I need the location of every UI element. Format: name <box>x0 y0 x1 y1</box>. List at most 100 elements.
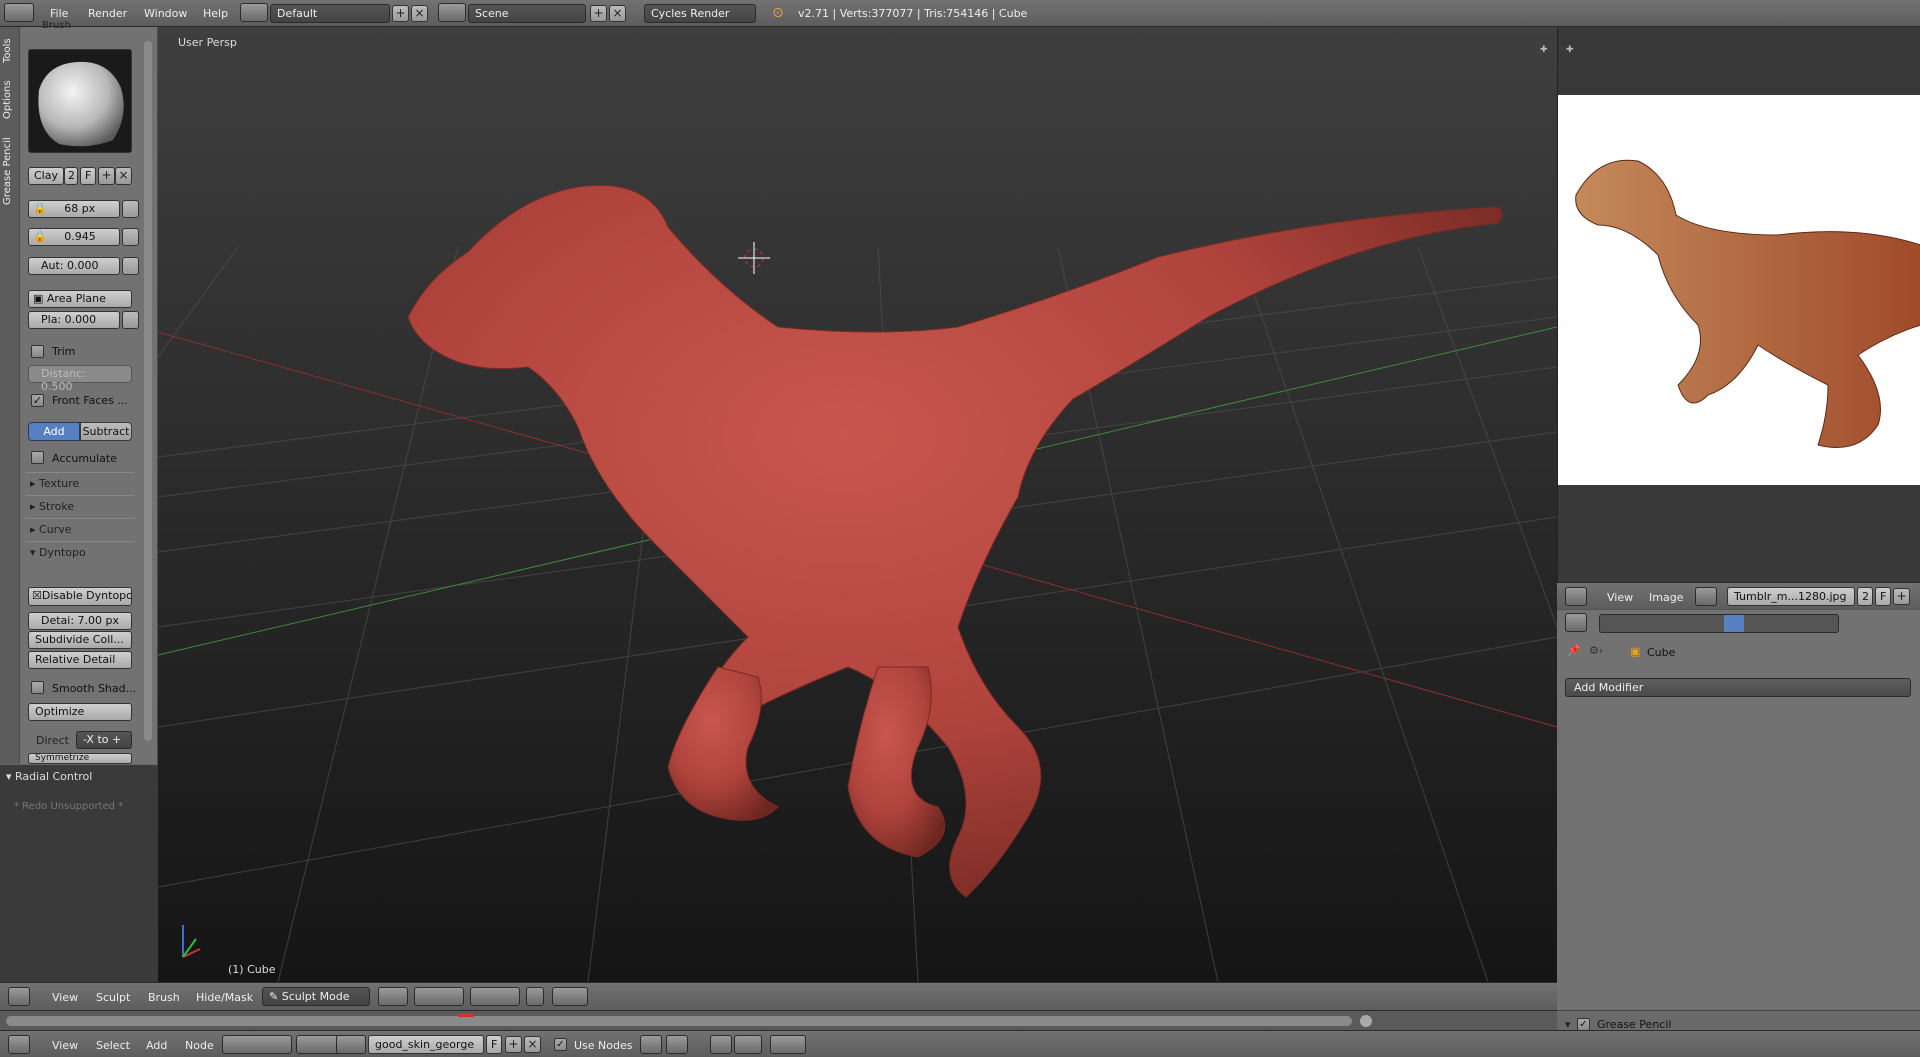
radius-pressure-icon[interactable] <box>122 200 139 218</box>
layers-grid-1[interactable] <box>414 987 464 1006</box>
dyntopo-panel-header[interactable]: ▾ Dyntopo <box>26 541 134 563</box>
disable-dyntopo-button[interactable]: ☒Disable Dyntopo <box>28 587 132 606</box>
detail-size-slider[interactable]: Detai: 7.00 px <box>28 612 132 630</box>
menu-select[interactable]: Select <box>96 1039 130 1052</box>
node-tree-type-selector[interactable] <box>222 1035 292 1054</box>
mode-select[interactable]: ✎ Sculpt Mode <box>262 987 370 1006</box>
menu-window[interactable]: Window <box>144 7 187 20</box>
add-screen-button[interactable]: + <box>392 5 409 22</box>
render-engine-select[interactable]: Cycles Render <box>644 4 756 23</box>
curve-panel-header[interactable]: ▸ Curve <box>26 518 134 540</box>
menu-view[interactable]: View <box>1607 591 1633 604</box>
image-name-field[interactable]: Tumblr_m...1280.jpg <box>1727 587 1855 606</box>
brush-panel-header[interactable]: Brush <box>42 20 71 31</box>
menu-view[interactable]: View <box>52 1039 78 1052</box>
menu-sculpt[interactable]: Sculpt <box>96 991 130 1004</box>
image-editor[interactable]: ✚ <box>1557 27 1920 582</box>
new-material-button[interactable]: + <box>505 1036 522 1053</box>
3d-viewport[interactable]: User Persp (1) Cube ✚ <box>158 27 1557 982</box>
brush-preview[interactable] <box>28 49 132 153</box>
delete-screen-button[interactable]: × <box>411 5 428 22</box>
symmetry-direction-select[interactable]: -X to + <box>76 731 132 749</box>
material-name-field[interactable]: good_skin_george <box>368 1035 484 1054</box>
texture-panel-header[interactable]: ▸ Texture <box>26 472 134 494</box>
layers-grid-2[interactable] <box>470 987 520 1006</box>
autosmooth-pressure-icon[interactable] <box>122 257 139 275</box>
menu-render[interactable]: Render <box>88 7 127 20</box>
node-pin-icon[interactable] <box>640 1035 662 1054</box>
info-editor-type-button[interactable] <box>4 3 34 22</box>
menu-help[interactable]: Help <box>203 7 228 20</box>
menu-view[interactable]: View <box>52 991 78 1004</box>
tool-shelf-scrollbar[interactable] <box>144 41 152 741</box>
symmetrize-button[interactable]: Symmetrize <box>28 753 132 764</box>
editor-type-button[interactable] <box>8 1035 30 1054</box>
unlink-material-button[interactable]: × <box>524 1036 541 1053</box>
screen-layout-field[interactable]: Default <box>270 4 390 23</box>
opengl-render-icon[interactable] <box>552 987 588 1006</box>
trim-checkbox[interactable] <box>31 345 44 358</box>
menu-image[interactable]: Image <box>1649 591 1683 604</box>
render-preview-icon[interactable] <box>526 987 544 1006</box>
detail-type-select[interactable]: Relative Detail <box>28 651 132 669</box>
tab-grease-pencil[interactable]: Grease Pencil <box>2 137 13 205</box>
timeline-scrollbar[interactable] <box>6 1016 1352 1026</box>
menu-node[interactable]: Node <box>185 1039 214 1052</box>
trim-distance-slider[interactable]: Distanc: 0.500 <box>28 365 132 393</box>
new-brush-button[interactable]: + <box>98 167 115 185</box>
screen-layout-icon[interactable] <box>240 3 268 22</box>
modifier-tab-wrench-icon[interactable] <box>1724 615 1744 632</box>
tab-tools[interactable]: Tools <box>2 38 13 63</box>
editor-type-button[interactable] <box>8 987 30 1006</box>
current-frame-marker[interactable] <box>458 1013 474 1017</box>
region-expand-icon[interactable]: ✚ <box>1540 45 1548 55</box>
pin-icon[interactable]: 📌 <box>1567 644 1581 657</box>
menu-add[interactable]: Add <box>146 1039 167 1052</box>
image-browse-icon[interactable] <box>1695 587 1717 606</box>
snap-toggle-icon[interactable] <box>710 1035 732 1054</box>
copy-paste-nodes-icon[interactable] <box>770 1035 806 1054</box>
stroke-panel-header[interactable]: ▸ Stroke <box>26 495 134 517</box>
scene-field[interactable]: Scene <box>468 4 586 23</box>
editor-type-button[interactable] <box>1565 613 1587 632</box>
node-parent-icon[interactable] <box>666 1035 688 1054</box>
accumulate-checkbox[interactable] <box>31 451 44 464</box>
strength-slider[interactable]: 🔒 0.945 <box>28 228 120 246</box>
material-browse-icon[interactable] <box>336 1035 366 1054</box>
brush-name-field[interactable]: Clay <box>28 167 64 185</box>
region-expand-icon[interactable]: ✚ <box>1566 45 1574 55</box>
add-scene-button[interactable]: + <box>590 5 607 22</box>
scene-icon[interactable] <box>438 3 466 22</box>
timeline-strip[interactable] <box>0 1010 1557 1030</box>
smooth-shading-checkbox[interactable] <box>31 681 44 694</box>
plane-offset-slider[interactable]: Pla: 0.000 <box>28 311 120 329</box>
sculpt-plane-select[interactable]: ▣ Area Plane <box>28 290 132 308</box>
menu-brush[interactable]: Brush <box>148 991 180 1004</box>
use-nodes-checkbox[interactable]: ✓ <box>554 1038 567 1051</box>
brush-fake-user-button[interactable]: F <box>80 167 96 185</box>
image-fake-user-button[interactable]: F <box>1875 587 1891 606</box>
viewport-shading-select[interactable] <box>378 987 408 1006</box>
menu-file[interactable]: File <box>50 7 68 20</box>
snap-element-select[interactable] <box>734 1035 762 1054</box>
subtract-button[interactable]: Subtract <box>80 422 132 441</box>
autosmooth-slider[interactable]: Aut: 0.000 <box>28 257 120 275</box>
detail-refine-select[interactable]: Subdivide Coll... <box>28 631 132 649</box>
new-image-button[interactable]: + <box>1893 588 1910 605</box>
unlink-brush-button[interactable]: × <box>115 167 132 185</box>
viewport-canvas[interactable] <box>158 27 1557 982</box>
delete-scene-button[interactable]: × <box>609 5 626 22</box>
add-button[interactable]: Add <box>28 422 80 441</box>
timeline-scroll-end-icon[interactable] <box>1360 1015 1372 1027</box>
tab-options[interactable]: Options <box>2 80 13 119</box>
optimize-button[interactable]: Optimize <box>28 703 132 721</box>
editor-type-button[interactable] <box>1565 587 1587 606</box>
radius-slider[interactable]: 🔒 68 px <box>28 200 120 218</box>
operator-panel-header[interactable]: ▾ Radial Control <box>6 770 92 783</box>
strength-pressure-icon[interactable] <box>122 228 139 246</box>
plane-offset-pressure-icon[interactable] <box>122 311 139 329</box>
front-faces-checkbox[interactable]: ✓ <box>31 394 44 407</box>
add-modifier-select[interactable]: Add Modifier <box>1565 678 1911 697</box>
material-fake-user-button[interactable]: F <box>486 1035 502 1054</box>
menu-hide-mask[interactable]: Hide/Mask <box>196 991 253 1004</box>
